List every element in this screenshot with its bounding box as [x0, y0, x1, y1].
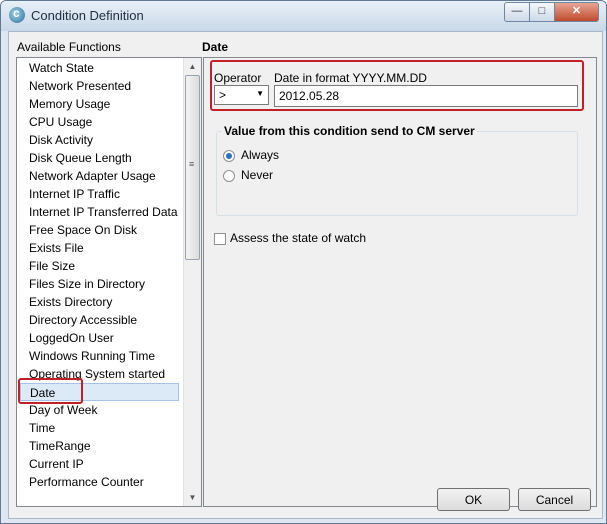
assess-checkbox-label[interactable]: Assess the state of watch [230, 231, 366, 245]
function-item[interactable]: Current IP [20, 455, 188, 473]
function-item[interactable]: TimeRange [20, 437, 188, 455]
function-item[interactable]: Windows Running Time [20, 347, 188, 365]
function-item[interactable]: LoggedOn User [20, 329, 188, 347]
radio-always-label[interactable]: Always [241, 148, 279, 162]
condition-panel: Operator Date in format YYYY.MM.DD > ▼ V… [203, 57, 597, 507]
window-title: Condition Definition [31, 8, 144, 23]
send-group-title: Value from this condition send to CM ser… [222, 124, 477, 138]
function-item[interactable]: CPU Usage [20, 113, 188, 131]
function-item[interactable]: Operating System started [20, 365, 188, 383]
scroll-down-icon[interactable]: ▼ [184, 489, 201, 506]
function-item[interactable]: Date [20, 383, 179, 401]
function-item[interactable]: Network Adapter Usage [20, 167, 188, 185]
detail-header: Date [202, 40, 229, 54]
function-item[interactable]: Exists Directory [20, 293, 188, 311]
scroll-thumb[interactable]: ≡ [185, 75, 200, 260]
date-format-label: Date in format YYYY.MM.DD [274, 71, 427, 85]
function-item[interactable]: Internet IP Traffic [20, 185, 188, 203]
scroll-up-icon[interactable]: ▲ [184, 58, 201, 75]
function-item[interactable]: Free Space On Disk [20, 221, 188, 239]
title-bar[interactable]: Condition Definition — □ ✕ [1, 1, 606, 31]
assess-checkbox[interactable] [214, 233, 226, 245]
app-icon [9, 6, 25, 23]
maximize-button[interactable]: □ [529, 2, 555, 22]
radio-always[interactable] [223, 150, 235, 162]
function-item[interactable]: Watch State [20, 59, 188, 77]
radio-never[interactable] [223, 170, 235, 182]
operator-value: > [219, 88, 227, 102]
dialog-client: Available Functions Watch State Network P… [8, 31, 603, 519]
function-item[interactable]: Day of Week [20, 401, 188, 419]
function-item[interactable]: Network Presented [20, 77, 188, 95]
function-item[interactable]: Disk Queue Length [20, 149, 188, 167]
function-list[interactable]: Watch State Network Presented Memory Usage… [16, 57, 202, 507]
function-item[interactable]: Exists File [20, 239, 188, 257]
function-item[interactable]: Performance Counter [20, 473, 188, 491]
minimize-button[interactable]: — [504, 2, 530, 22]
grip-icon: ≡ [189, 159, 195, 169]
function-item[interactable]: Time [20, 419, 188, 437]
function-item[interactable]: Disk Activity [20, 131, 188, 149]
function-item[interactable]: Directory Accessible [20, 311, 188, 329]
function-item[interactable]: File Size [20, 257, 188, 275]
date-input[interactable] [274, 85, 578, 107]
send-group: Value from this condition send to CM ser… [216, 124, 578, 216]
cancel-button[interactable]: Cancel [518, 488, 591, 511]
operator-label: Operator [214, 71, 262, 85]
ok-button[interactable]: OK [437, 488, 510, 511]
radio-never-label[interactable]: Never [241, 168, 273, 182]
list-scrollbar[interactable]: ▲ ≡ ▼ [183, 58, 201, 506]
close-button[interactable]: ✕ [554, 2, 599, 22]
available-functions-label: Available Functions [17, 40, 121, 54]
chevron-down-icon: ▼ [256, 89, 264, 98]
function-item[interactable]: Internet IP Transferred Data [20, 203, 188, 221]
operator-select[interactable]: > ▼ [214, 85, 269, 105]
condition-definition-window: Condition Definition — □ ✕ Available Fun… [0, 0, 607, 524]
function-item[interactable]: Memory Usage [20, 95, 188, 113]
function-item[interactable]: Files Size in Directory [20, 275, 188, 293]
